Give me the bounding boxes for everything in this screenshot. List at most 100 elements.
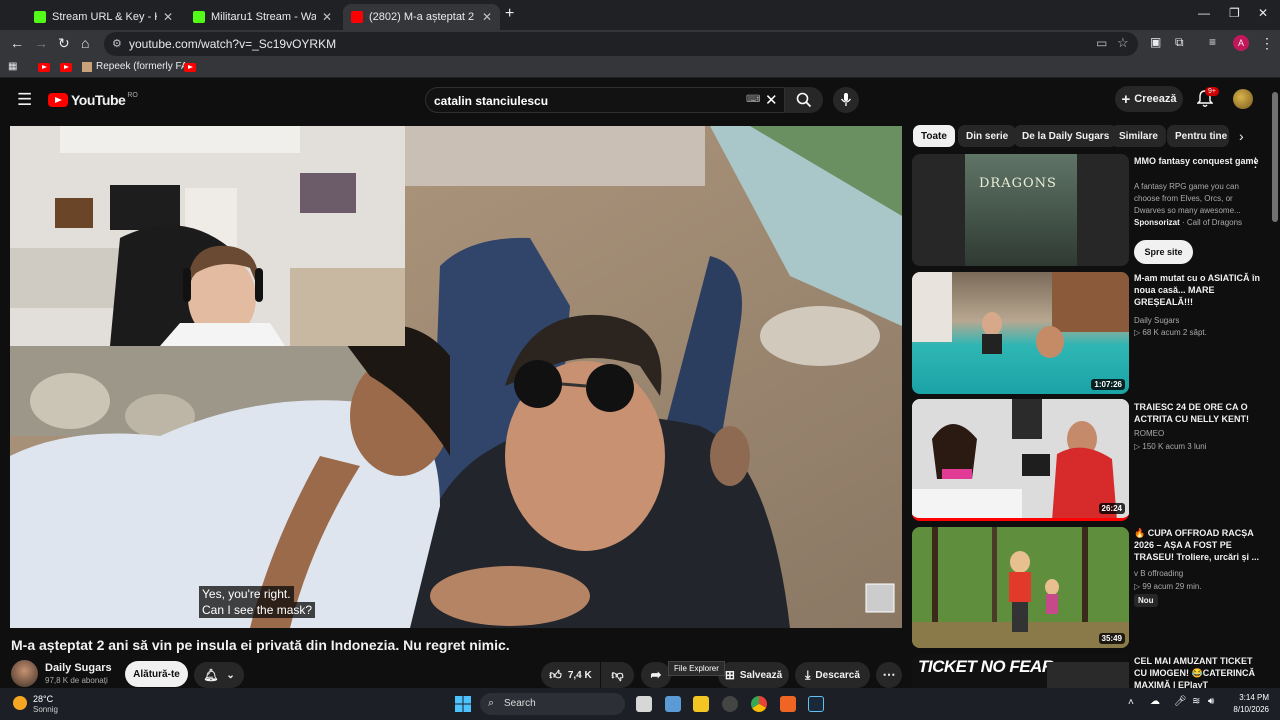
channel-name[interactable]: Daily Sugars <box>45 662 112 674</box>
ad-thumbnail[interactable]: DRAGONS <box>912 154 1129 266</box>
notifications-button[interactable]: 9+ <box>1196 87 1219 113</box>
address-bar[interactable]: ⚙ youtube.com/watch?v=_Sc19vOYRKM ▭ ☆ <box>104 32 1138 56</box>
chip-from-channel[interactable]: De la Daily Sugars <box>1014 125 1118 147</box>
rec-video-title[interactable]: M-am mutat cu o ASIATICĂ în noua casă...… <box>1134 272 1262 308</box>
search-icon: ⌕ <box>488 697 495 709</box>
close-tab-icon[interactable]: ✕ <box>322 10 332 24</box>
tray-chevron-icon[interactable]: ˄ <box>1128 697 1134 708</box>
weather-sun-icon[interactable] <box>13 696 27 710</box>
chip-all[interactable]: Toate <box>913 125 955 147</box>
weather-temperature[interactable]: 28°C <box>33 694 53 704</box>
download-button[interactable]: ⤓ Descarcă <box>795 662 870 688</box>
save-playlist-icon: ⊞ <box>724 668 735 682</box>
more-actions-button[interactable]: ⋯ <box>876 662 902 688</box>
rec-channel-name[interactable]: v B offroading <box>1134 569 1183 578</box>
back-icon[interactable]: ← <box>10 35 24 51</box>
duration-badge: 26:24 <box>1098 503 1125 514</box>
sponsored-label: Sponsorizat <box>1134 218 1180 227</box>
video-player[interactable]: Yes, you're right. Can I see the mask? <box>10 126 902 628</box>
tab-youtube-video[interactable]: (2802) M-a așteptat 2 ani să ✕ <box>343 4 500 30</box>
video-thumbnail[interactable]: 35:49 <box>912 527 1129 648</box>
reload-icon[interactable]: ↻ <box>58 35 70 52</box>
rec-channel-name[interactable]: ROMEO <box>1134 429 1164 438</box>
video-thumbnail[interactable]: TICKET NO FEAR <box>912 654 1129 688</box>
extensions-puzzle-icon[interactable]: ⧉ <box>1175 35 1184 50</box>
task-view-icon[interactable] <box>636 696 652 712</box>
windows-start-icon[interactable] <box>455 696 471 712</box>
tray-app-icon[interactable]: ☁ <box>1150 696 1160 707</box>
wifi-icon[interactable]: ≋ <box>1192 696 1200 707</box>
extension-icon[interactable]: ▣ <box>1150 35 1161 49</box>
minimize-icon[interactable]: — <box>1198 6 1210 20</box>
tray-mic-icon[interactable]: 🎤︎ <box>1174 696 1187 707</box>
keyboard-icon[interactable]: ⌨ <box>746 94 760 105</box>
apps-grid-icon[interactable]: ▦ <box>8 61 17 72</box>
ad-menu-icon[interactable]: ⋮ <box>1249 155 1262 171</box>
search-button[interactable] <box>785 87 823 113</box>
clear-search-icon[interactable]: ✕ <box>765 91 778 109</box>
create-button[interactable]: + Creează <box>1115 86 1183 112</box>
rec-video-title[interactable]: TRAIESC 24 DE ORE CA O ACTRITA CU NELLY … <box>1134 401 1262 425</box>
bookmark-star-icon[interactable]: ☆ <box>1117 35 1129 51</box>
subscribed-bell-button[interactable]: 🔔︎ ⌄ <box>194 662 244 688</box>
duration-badge: 35:49 <box>1098 633 1125 644</box>
rec-video-title[interactable]: 🔥 CUPA OFFROAD RACȘA 2026 – AȘA A FOST P… <box>1134 527 1262 563</box>
rec-video-title[interactable]: CEL MAI AMUZANT TICKET CU IMOGEN! 😂CATER… <box>1134 655 1262 691</box>
ad-sponsor-line: Sponsorizat · Call of Dragons <box>1134 218 1242 227</box>
app-icon[interactable] <box>722 696 738 712</box>
file-explorer-icon[interactable] <box>693 696 709 712</box>
account-avatar[interactable] <box>1233 89 1253 109</box>
close-window-icon[interactable]: ✕ <box>1258 6 1268 20</box>
chip-for-you[interactable]: Pentru tine <box>1167 125 1229 147</box>
home-icon[interactable]: ⌂ <box>81 35 89 51</box>
menu-kebab-icon[interactable]: ⋮ <box>1260 35 1274 52</box>
bookmark-youtube-1[interactable] <box>38 63 50 72</box>
dislike-button[interactable]: 👎︎ <box>601 662 634 688</box>
thumbnail-text: TICKET NO FEAR <box>918 657 1054 676</box>
rec-channel-name[interactable]: Daily Sugars <box>1134 316 1179 325</box>
bookmark-youtube-3[interactable] <box>184 63 196 72</box>
close-tab-icon[interactable]: ✕ <box>482 10 492 24</box>
new-tab-button[interactable]: + <box>505 5 514 23</box>
chip-related[interactable]: Similare <box>1111 125 1166 147</box>
youtube-logo[interactable]: YouTube RO <box>48 92 138 108</box>
restore-icon[interactable]: ❐ <box>1229 6 1240 20</box>
search-input[interactable]: catalin stanciulescu ⌨ ✕ <box>425 87 785 113</box>
repeek-icon <box>82 61 92 72</box>
site-info-icon[interactable]: ⚙ <box>112 37 122 50</box>
tab-kick-stream[interactable]: Militaru1 Stream - Watch Live o ✕ <box>185 4 340 30</box>
clock-time[interactable]: 3:14 PM <box>1233 693 1269 702</box>
page-scrollbar[interactable] <box>1270 80 1280 688</box>
video-thumbnail[interactable]: 1:07:26 <box>912 272 1129 394</box>
ad-title[interactable]: MMO fantasy conquest game <box>1134 155 1262 167</box>
bookmark-youtube-2[interactable] <box>60 63 72 72</box>
volume-icon[interactable]: 🔊︎ <box>1208 696 1214 707</box>
voice-search-button[interactable] <box>833 87 859 113</box>
cast-icon[interactable]: ▭ <box>1096 36 1107 50</box>
like-button[interactable]: 👍︎ 7,4 K <box>541 662 600 688</box>
taskbar-search[interactable]: ⌕ Search <box>480 693 625 715</box>
profile-avatar[interactable]: A <box>1233 35 1249 51</box>
kick-icon <box>193 11 205 23</box>
hamburger-menu-icon[interactable]: ☰ <box>17 90 32 110</box>
subscriber-count: 97,8 K de abonați <box>45 676 108 685</box>
bookmark-repeek[interactable]: Repeek (formerly FA... <box>82 61 196 72</box>
brave-icon[interactable] <box>780 696 796 712</box>
clock-date: 8/10/2026 <box>1233 705 1269 714</box>
steam-icon[interactable] <box>808 696 824 712</box>
tab-kick-dashboard[interactable]: Stream URL & Key - Kick Dashb ✕ <box>26 4 181 30</box>
video-thumbnail[interactable]: 26:24 <box>912 399 1129 521</box>
chrome-icon[interactable] <box>751 696 767 712</box>
chip-series[interactable]: Din serie <box>958 125 1017 147</box>
media-icon[interactable]: ≡ <box>1209 35 1216 49</box>
scrollbar-thumb[interactable] <box>1272 92 1278 222</box>
channel-avatar[interactable] <box>11 660 38 687</box>
save-button[interactable]: ⊞ Salvează <box>718 662 789 688</box>
ad-cta-button[interactable]: Spre site <box>1134 240 1193 264</box>
close-tab-icon[interactable]: ✕ <box>163 10 173 24</box>
chevron-right-icon[interactable]: › <box>1239 128 1244 144</box>
forward-icon[interactable]: → <box>34 35 48 51</box>
share-button[interactable]: ➦ <box>641 662 671 688</box>
widgets-icon[interactable] <box>665 696 681 712</box>
join-button[interactable]: Alătură-te <box>125 661 188 687</box>
